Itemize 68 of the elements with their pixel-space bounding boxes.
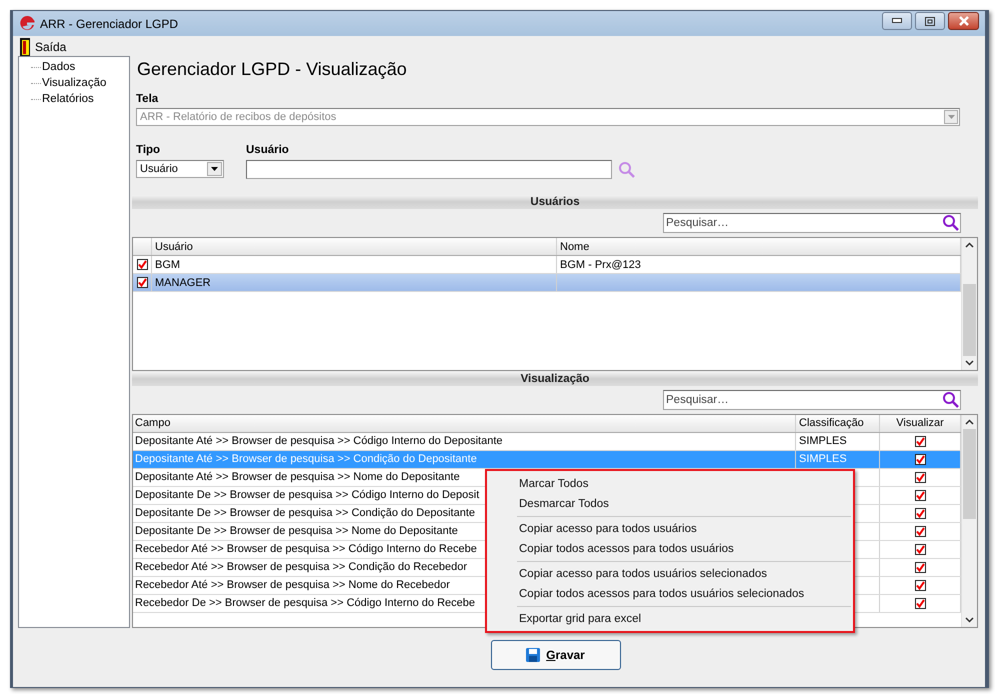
minimize-button[interactable] (882, 12, 912, 30)
checkbox[interactable] (914, 562, 926, 573)
menu-item[interactable]: Marcar Todos (487, 474, 853, 494)
tree-item[interactable]: Relatórios (42, 93, 94, 105)
scrollbar[interactable] (961, 238, 977, 370)
table-cell: Depositante De >> Browser de pesquisa >> Condição do Depositante (135, 507, 475, 520)
close-icon (958, 16, 970, 26)
door-icon (20, 38, 30, 56)
section-title: Usuários (530, 196, 580, 208)
table-cell: BGM - Prx@123 (560, 258, 641, 271)
scrollbar[interactable] (961, 414, 977, 627)
checkbox[interactable] (914, 472, 926, 483)
field-label: Tela (136, 92, 160, 106)
window-title: ARR - Gerenciador LGPD (40, 16, 178, 30)
search-field[interactable]: Pesquisar… (663, 390, 961, 410)
table-cell: BGM (155, 258, 180, 271)
tree-item[interactable]: Visualização (42, 77, 106, 89)
tree-item[interactable]: Dados (42, 61, 76, 73)
table-cell: Recebedor Até >> Browser de pesquisa >> Código Interno do Recebe (135, 543, 477, 556)
menu-item[interactable]: Exportar grid para excel (487, 608, 853, 629)
maximize-icon (925, 16, 935, 26)
table-row[interactable]: MANAGER (133, 274, 961, 292)
table-cell: Recebedor Até >> Browser de pesquisa >> Condição do Recebedor (135, 561, 468, 574)
checkbox[interactable] (914, 544, 926, 555)
menu-item[interactable]: Copiar todos acessos para todos usuários (487, 538, 853, 559)
field-label: Usuário (246, 144, 290, 158)
checkbox[interactable] (914, 490, 926, 501)
minimize-icon (892, 18, 902, 24)
search-field[interactable]: Pesquisar… (663, 213, 961, 234)
page-title: Gerenciador LGPD - Visualização (137, 59, 408, 81)
table-cell: Depositante De >> Browser de pesquisa >> Nome do Depositante (135, 525, 458, 538)
table-cell: Depositante De >> Browser de pesquisa >> Código Interno do Deposit (135, 489, 480, 502)
scroll-down-icon[interactable] (965, 616, 974, 623)
table-cell: Depositante Até >> Browser de pesquisa >> Condição do Depositante (135, 453, 477, 466)
menu-item[interactable]: Copiar todos acessos para todos usuários selecionados (487, 584, 853, 604)
checkbox[interactable] (914, 598, 926, 609)
field-label: Tipo (136, 144, 162, 158)
column-header[interactable]: Campo (133, 414, 796, 432)
user-input-field[interactable] (246, 160, 612, 180)
close-button[interactable] (948, 12, 979, 30)
type-dropdown[interactable]: Usuário (136, 160, 224, 178)
checkbox[interactable] (914, 508, 926, 519)
checkbox[interactable] (914, 436, 926, 447)
table-cell: Recebedor De >> Browser de pesquisa >> Código Interno do Recebe (135, 597, 475, 610)
table-cell: Recebedor Até >> Browser de pesquisa >> Nome do Recebedor (135, 579, 450, 592)
scroll-up-icon[interactable] (965, 418, 974, 425)
save-button[interactable]: Gravar (490, 640, 620, 670)
exit-menu-item[interactable]: Saída (18, 38, 68, 56)
scroll-up-icon[interactable] (965, 242, 974, 248)
maximize-button[interactable] (915, 12, 945, 30)
checkbox[interactable] (914, 580, 926, 591)
checkbox[interactable] (137, 259, 148, 270)
section-title: Visualização (520, 373, 590, 386)
table-cell: SIMPLES (799, 453, 847, 466)
checkbox[interactable] (137, 277, 148, 288)
column-header[interactable]: Classificação (796, 414, 880, 432)
table-cell: SIMPLES (799, 435, 847, 448)
checkbox[interactable] (914, 454, 926, 465)
table-cell: Depositante Até >> Browser de pesquisa >> Nome do Depositante (135, 471, 460, 484)
logo-icon (19, 16, 35, 32)
table-cell: MANAGER (155, 276, 211, 289)
column-header[interactable]: Usuário (152, 238, 557, 256)
checkbox[interactable] (914, 526, 926, 537)
search-icon[interactable] (942, 390, 960, 409)
search-icon[interactable] (942, 214, 960, 232)
menu-item[interactable]: Copiar acesso para todos usuários selecionados (487, 564, 853, 584)
scroll-down-icon[interactable] (965, 360, 974, 366)
table-cell: Depositante Até >> Browser de pesquisa >> Código Interno do Depositante (135, 435, 503, 448)
